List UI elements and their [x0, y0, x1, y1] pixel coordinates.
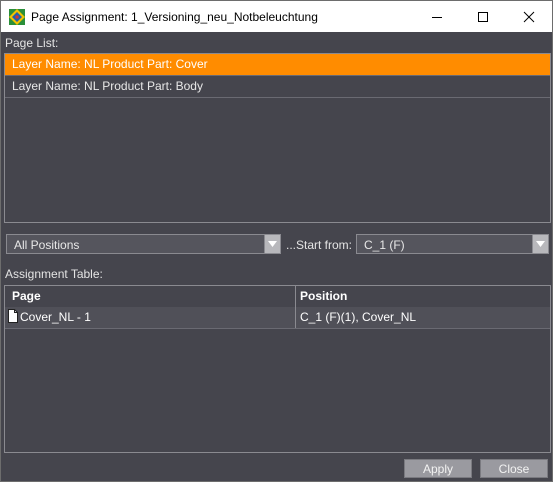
minimize-button[interactable] — [414, 1, 460, 32]
start-from-select-value: C_1 (F) — [364, 238, 405, 252]
app-logo-icon — [9, 9, 25, 25]
column-header-page[interactable]: Page — [5, 286, 296, 307]
maximize-icon — [478, 12, 488, 22]
positions-select-value: All Positions — [14, 238, 80, 252]
column-header-position[interactable]: Position — [296, 286, 550, 307]
table-row[interactable]: Cover_NL - 1 C_1 (F)(1), Cover_NL — [5, 307, 550, 329]
apply-button[interactable]: Apply — [404, 459, 472, 478]
title-bar[interactable]: Page Assignment: 1_Versioning_neu_Notbel… — [1, 1, 552, 32]
assignment-table-label: Assignment Table: — [5, 267, 103, 281]
assignment-table[interactable]: Page Position Cover_NL - 1 C_1 (F)(1), C… — [4, 285, 551, 453]
close-button[interactable]: Close — [480, 459, 548, 478]
table-header: Page Position — [5, 286, 550, 308]
page-list-label: Page List: — [5, 36, 59, 50]
positions-select[interactable]: All Positions — [6, 234, 281, 254]
page-list[interactable]: Layer Name: NL Product Part: Cover Layer… — [4, 53, 551, 223]
chevron-down-icon[interactable] — [532, 235, 548, 253]
start-from-label: ...Start from: — [286, 238, 353, 252]
close-icon — [523, 11, 535, 23]
start-from-select[interactable]: C_1 (F) — [356, 234, 549, 254]
page-cell: Cover_NL - 1 — [5, 307, 296, 328]
close-window-button[interactable] — [506, 1, 552, 32]
page-list-item-cover[interactable]: Layer Name: NL Product Part: Cover — [5, 54, 550, 76]
document-icon — [7, 309, 19, 330]
page-assignment-dialog: Page Assignment: 1_Versioning_neu_Notbel… — [0, 0, 553, 482]
window-title: Page Assignment: 1_Versioning_neu_Notbel… — [31, 10, 318, 24]
page-list-item-body[interactable]: Layer Name: NL Product Part: Body — [5, 76, 550, 98]
minimize-icon — [432, 17, 442, 18]
page-cell-text: Cover_NL - 1 — [20, 310, 91, 324]
maximize-button[interactable] — [460, 1, 506, 32]
position-cell: C_1 (F)(1), Cover_NL — [300, 310, 417, 324]
chevron-down-icon[interactable] — [264, 235, 280, 253]
